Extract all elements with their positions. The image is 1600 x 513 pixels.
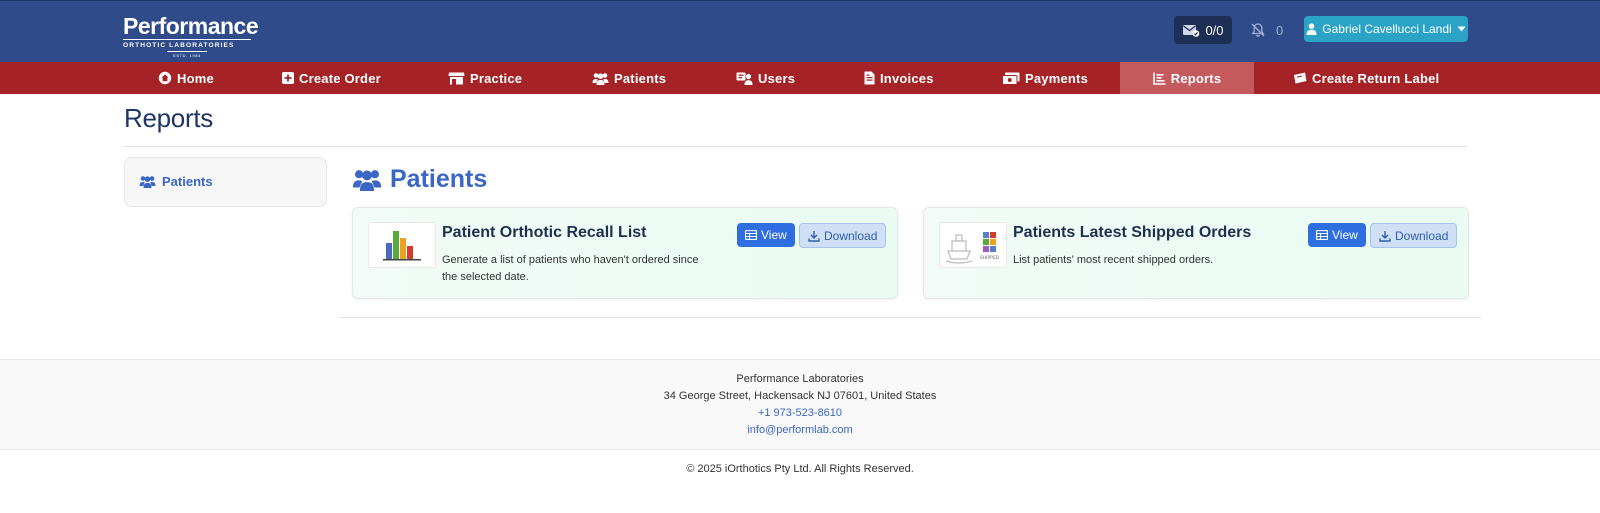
nav-practice-label: Practice [470,70,523,86]
messages-count: 0/0 [1205,22,1224,38]
notifications-button[interactable]: 0 [1250,16,1283,44]
download-icon [1379,230,1391,242]
view-button-label: View [761,228,787,242]
nav-payments-label: Payments [1025,70,1089,86]
nav-reports[interactable]: Reports [1120,62,1254,94]
footer-company: Performance Laboratories [736,373,864,385]
footer-email-link[interactable]: info@performlab.com [0,422,1600,439]
nav-home-label: Home [177,70,214,86]
user-icon [1306,23,1317,35]
money-icon [1002,72,1020,85]
view-button-label: View [1332,228,1358,242]
download-button[interactable]: Download [1370,223,1458,248]
table-icon [1316,230,1328,240]
nav-home[interactable]: Home [158,62,214,94]
download-icon [808,230,820,242]
store-icon [448,72,465,84]
content-divider [340,317,1481,318]
nav-create-return-label-label: Create Return Label [1312,70,1440,86]
users-icon [139,176,156,188]
nav-patients[interactable]: Patients [592,62,666,94]
user-name: Gabriel Cavellucci Landi [1322,22,1452,36]
copyright: © 2025 iOrthotics Pty Ltd. All Rights Re… [686,463,914,475]
download-button-label: Download [1395,228,1449,243]
report-card-latest-shipped: SHIPPED Patients Latest Shipped Orders L… [923,207,1469,299]
file-invoice-icon [864,71,875,85]
footer-bottom-divider [0,449,1600,450]
sidebar-item-label: Patients [162,174,213,189]
notifications-count: 0 [1276,22,1284,38]
nav-create-return-label[interactable]: Create Return Label [1292,62,1439,94]
top-header: Performance ORTHOTIC LABORATORIES ESTD. … [0,0,1600,62]
view-button[interactable]: View [737,223,795,247]
nav-practice[interactable]: Practice [448,62,522,94]
caret-down-icon [1457,26,1466,32]
sidebar-item-patients[interactable]: Patients [139,174,213,189]
table-icon [745,230,757,240]
messages-button[interactable]: 0/0 [1174,16,1232,44]
footer-address: 34 George Street, Hackensack NJ 07601, U… [663,390,937,402]
download-button[interactable]: Download [799,223,887,248]
logo-est-text: ESTD. 1984 [167,51,207,58]
home-icon [158,71,172,85]
shipped-label: SHIPPED [980,255,1000,261]
performance-logo[interactable]: Performance ORTHOTIC LABORATORIES ESTD. … [123,13,259,58]
bar-chart-icon [368,222,436,268]
envelope-check-icon [1183,25,1200,37]
report-category-sidebar: Patients [124,157,327,207]
nav-create-order[interactable]: Create Order [282,62,381,94]
section-title-text: Patients [390,165,488,193]
users-icon [352,170,382,191]
list-icon [1152,72,1166,85]
ticket-icon [1294,72,1307,84]
download-button-label: Download [824,228,878,243]
nav-payments[interactable]: Payments [1002,62,1088,94]
footer-phone-link[interactable]: +1 973-523-8610 [0,405,1600,422]
nav-invoices-label: Invoices [880,70,934,86]
users-icon [592,72,609,85]
footer: Performance Laboratories 34 George Stree… [0,360,1600,449]
nav-invoices[interactable]: Invoices [864,62,934,94]
report-description: Generate a list of patients who haven't … [442,254,699,283]
logo-main-text: Performance [123,13,259,39]
main-nav: Home Create Order Practice Patients User… [0,62,1600,94]
report-card-recall-list: Patient Orthotic Recall List Generate a … [352,207,898,299]
title-divider [124,146,1467,147]
bell-slash-icon [1251,23,1265,37]
nav-users[interactable]: Users [736,62,795,94]
page-title: Reports [124,103,213,133]
shipped-boxes-icon: SHIPPED [939,222,1007,268]
nav-patients-label: Patients [614,70,667,86]
report-description: List patients' most recent shipped order… [1013,254,1214,266]
plus-square-icon [282,72,294,84]
report-title: Patients Latest Shipped Orders [1013,224,1252,241]
view-button[interactable]: View [1308,223,1366,247]
section-title: Patients [352,165,487,194]
user-group-icon [736,72,753,85]
nav-users-label: Users [758,70,796,86]
report-title: Patient Orthotic Recall List [442,224,647,241]
logo-sub-text: ORTHOTIC LABORATORIES [123,39,251,50]
nav-reports-label: Reports [1170,70,1222,86]
nav-create-order-label: Create Order [299,70,381,86]
user-menu-button[interactable]: Gabriel Cavellucci Landi [1304,16,1468,42]
